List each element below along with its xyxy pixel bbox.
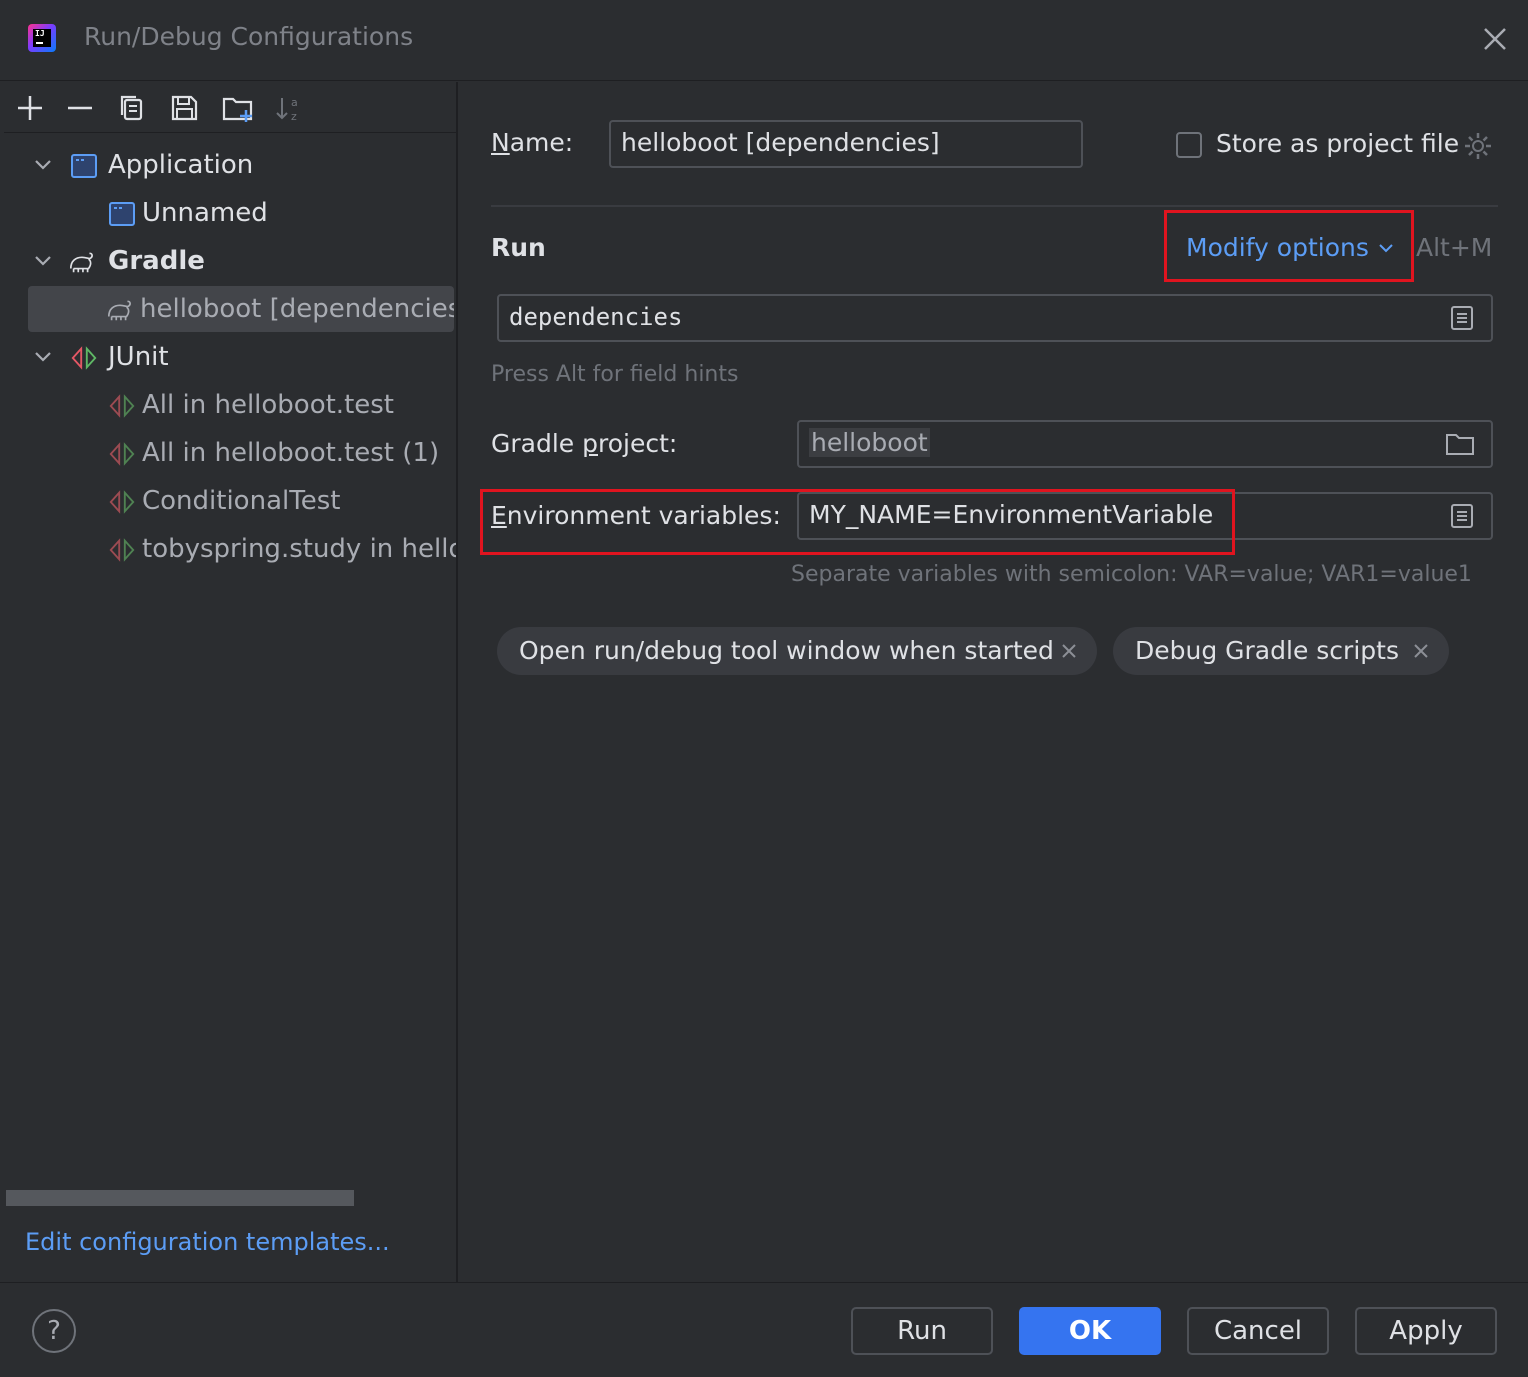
save-icon[interactable] <box>166 90 202 126</box>
option-chip-label: Open run/debug tool window when started <box>519 636 1054 665</box>
tree-label-junit: JUnit <box>108 342 169 372</box>
tree-label-junit-0: All in helloboot.test <box>142 390 395 420</box>
tree-item-junit-3[interactable]: tobyspring.study in hellob <box>4 526 456 572</box>
junit-icon <box>71 346 97 370</box>
close-icon[interactable] <box>1059 641 1079 661</box>
section-divider <box>491 205 1498 207</box>
tree-label-junit-2: ConditionalTest <box>142 486 341 516</box>
tree-group-junit[interactable]: JUnit <box>4 334 456 380</box>
sidebar-toolbar: az <box>4 82 456 133</box>
tree-item-unnamed[interactable]: Unnamed <box>4 190 456 236</box>
chevron-down-icon[interactable] <box>30 238 56 284</box>
gear-icon[interactable] <box>1462 130 1494 162</box>
application-icon <box>109 202 135 226</box>
tree-item-junit-0[interactable]: All in helloboot.test <box>4 382 456 428</box>
store-as-project-file-checkbox[interactable] <box>1176 132 1202 158</box>
option-chip-open-tool-window[interactable]: Open run/debug tool window when started <box>497 627 1097 675</box>
tree-label-junit-3: tobyspring.study in hellob <box>142 534 456 564</box>
option-chip-debug-gradle-scripts[interactable]: Debug Gradle scripts <box>1113 627 1449 675</box>
apply-button[interactable]: Apply <box>1355 1307 1497 1355</box>
svg-text:z: z <box>291 110 297 123</box>
run-section-title: Run <box>491 233 546 262</box>
junit-icon <box>109 538 135 562</box>
tasks-field[interactable]: dependencies <box>497 294 1493 342</box>
title-bar: IJ Run/Debug Configurations <box>0 0 1528 81</box>
horizontal-scrollbar[interactable] <box>6 1190 354 1206</box>
tree-label-gradle: Gradle <box>108 246 205 276</box>
tree-item-helloboot-dependencies[interactable]: helloboot [dependencies] <box>28 286 454 332</box>
help-button[interactable]: ? <box>32 1309 76 1353</box>
gradle-elephant-icon <box>69 252 93 273</box>
cancel-button[interactable]: Cancel <box>1187 1307 1329 1355</box>
tasks-field-value: dependencies <box>509 303 683 331</box>
tree-group-application[interactable]: Application <box>4 142 456 188</box>
junit-icon <box>109 490 135 514</box>
intellij-logo-icon: IJ <box>28 24 56 52</box>
junit-icon <box>109 442 135 466</box>
gradle-project-label: Gradle project: <box>491 429 678 458</box>
tree-label-junit-1: All in helloboot.test (1) <box>142 438 440 468</box>
store-as-project-file-label[interactable]: Store as project file <box>1216 129 1459 158</box>
svg-text:a: a <box>291 96 298 109</box>
highlight-box-environment-variables <box>480 489 1235 555</box>
junit-icon <box>109 394 135 418</box>
expand-text-icon[interactable] <box>1449 305 1475 331</box>
folder-icon[interactable] <box>1445 431 1475 457</box>
new-folder-icon[interactable] <box>220 90 256 126</box>
ok-button[interactable]: OK <box>1019 1307 1161 1355</box>
field-hint-text: Press Alt for field hints <box>491 362 739 387</box>
tree-label-unnamed: Unnamed <box>142 198 268 228</box>
environment-variables-hint: Separate variables with semicolon: VAR=v… <box>791 562 1472 587</box>
name-field[interactable]: helloboot [dependencies] <box>609 120 1083 168</box>
window-title: Run/Debug Configurations <box>84 22 414 51</box>
copy-icon[interactable] <box>114 90 150 126</box>
sort-icon[interactable]: az <box>272 90 308 126</box>
configurations-sidebar: az Application Unnamed Gradle helloboot … <box>4 82 458 1282</box>
tree-item-junit-1[interactable]: All in helloboot.test (1) <box>4 430 456 476</box>
option-chip-label: Debug Gradle scripts <box>1135 636 1399 665</box>
gradle-project-value: helloboot <box>809 428 930 457</box>
gradle-project-field[interactable]: helloboot <box>797 420 1493 468</box>
tree-group-gradle[interactable]: Gradle <box>4 238 456 284</box>
chevron-down-icon[interactable] <box>30 334 56 380</box>
add-icon[interactable] <box>12 90 48 126</box>
dialog-footer: ? Run OK Cancel Apply <box>0 1282 1528 1377</box>
chevron-down-icon[interactable] <box>30 142 56 188</box>
edit-configuration-templates-link[interactable]: Edit configuration templates... <box>25 1228 390 1256</box>
tree-label-helloboot-dependencies: helloboot [dependencies] <box>140 294 454 324</box>
tree-label-application: Application <box>108 150 254 180</box>
close-icon[interactable] <box>1478 22 1512 56</box>
remove-icon[interactable] <box>62 90 98 126</box>
application-icon <box>71 154 97 178</box>
name-label: Name: <box>491 128 574 157</box>
close-icon[interactable] <box>1411 641 1431 661</box>
expand-text-icon[interactable] <box>1449 503 1475 529</box>
highlight-box-modify-options <box>1164 210 1414 282</box>
tree-item-junit-2[interactable]: ConditionalTest <box>4 478 456 524</box>
gradle-elephant-icon <box>107 300 131 321</box>
modify-options-shortcut: Alt+M <box>1416 233 1493 262</box>
run-button[interactable]: Run <box>851 1307 993 1355</box>
